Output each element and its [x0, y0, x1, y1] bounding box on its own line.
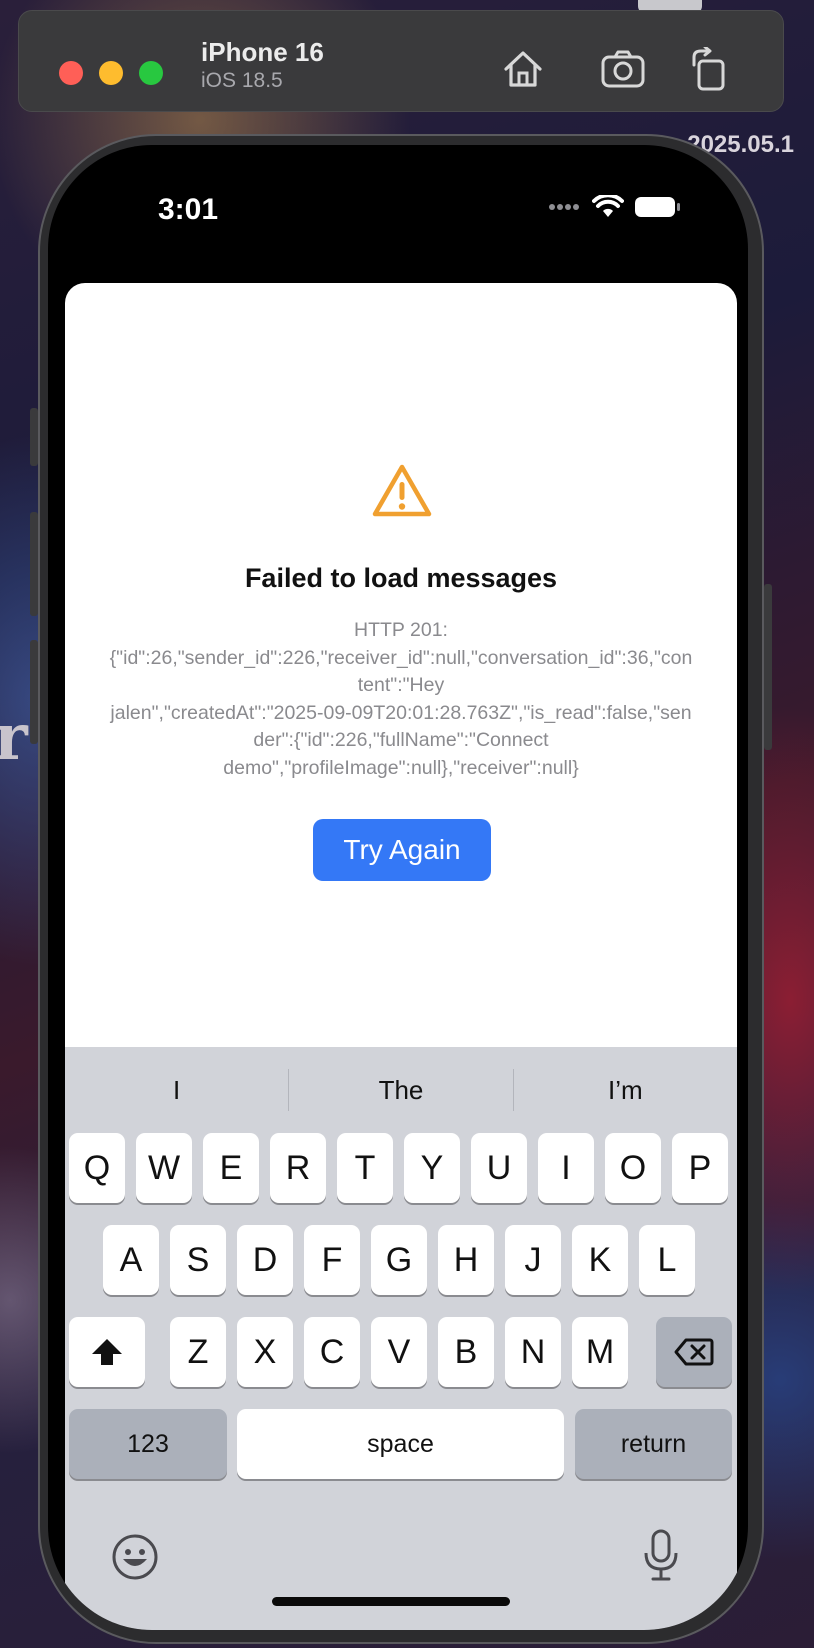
- suggestion-3[interactable]: I’m: [514, 1067, 737, 1113]
- key-z[interactable]: Z: [170, 1317, 226, 1387]
- emoji-icon: [112, 1534, 158, 1580]
- simulator-toolbar: iPhone 16 iOS 18.5: [18, 10, 784, 112]
- home-indicator: [272, 1597, 510, 1606]
- simulator-device-name: iPhone 16: [201, 37, 324, 67]
- warning-triangle-icon: [372, 464, 432, 517]
- home-button[interactable]: [497, 43, 549, 95]
- key-s[interactable]: S: [170, 1225, 226, 1295]
- key-n[interactable]: N: [505, 1317, 561, 1387]
- error-message: HTTP 201: {"id":26,"sender_id":226,"rece…: [109, 619, 693, 779]
- try-again-button[interactable]: Try Again: [313, 819, 491, 881]
- minimize-window-button[interactable]: [99, 61, 123, 85]
- key-l[interactable]: L: [639, 1225, 695, 1295]
- key-v[interactable]: V: [371, 1317, 427, 1387]
- key-w[interactable]: W: [136, 1133, 192, 1203]
- key-t[interactable]: T: [337, 1133, 393, 1203]
- key-u[interactable]: U: [471, 1133, 527, 1203]
- error-title: Failed to load messages: [244, 563, 558, 593]
- key-y[interactable]: Y: [404, 1133, 460, 1203]
- numbers-key[interactable]: 123: [69, 1409, 227, 1479]
- dictation-button[interactable]: [643, 1529, 679, 1586]
- key-b[interactable]: B: [438, 1317, 494, 1387]
- key-k[interactable]: K: [572, 1225, 628, 1295]
- volume-up-button: [30, 512, 38, 616]
- rotate-button[interactable]: [683, 43, 735, 95]
- shift-key[interactable]: [69, 1317, 145, 1387]
- simulator-os-version: iOS 18.5: [201, 69, 283, 92]
- key-g[interactable]: G: [371, 1225, 427, 1295]
- key-q[interactable]: Q: [69, 1133, 125, 1203]
- battery-icon: [635, 197, 680, 217]
- action-button: [30, 408, 38, 466]
- side-button: [764, 584, 772, 750]
- delete-key[interactable]: [656, 1317, 732, 1387]
- desktop-partial-letter: r: [0, 700, 28, 775]
- space-key[interactable]: space: [237, 1409, 564, 1479]
- key-h[interactable]: H: [438, 1225, 494, 1295]
- volume-down-button: [30, 640, 38, 744]
- suggestion-1[interactable]: I: [65, 1067, 288, 1113]
- key-c[interactable]: C: [304, 1317, 360, 1387]
- status-icons: [548, 195, 682, 219]
- key-j[interactable]: J: [505, 1225, 561, 1295]
- microphone-icon: [644, 1529, 678, 1581]
- key-a[interactable]: A: [103, 1225, 159, 1295]
- backspace-icon: [674, 1338, 714, 1366]
- camera-icon: [601, 50, 645, 88]
- return-key[interactable]: return: [575, 1409, 732, 1479]
- screenshot-button[interactable]: [597, 43, 649, 95]
- iphone-screen: 3:01 Failed to load messages HTTP 201: {…: [48, 145, 748, 1630]
- key-f[interactable]: F: [304, 1225, 360, 1295]
- suggestion-bar: I The I’m: [65, 1067, 737, 1113]
- home-icon: [504, 51, 542, 87]
- close-window-button[interactable]: [59, 61, 83, 85]
- zoom-window-button[interactable]: [139, 61, 163, 85]
- wifi-icon: [592, 195, 624, 217]
- suggestion-2[interactable]: The: [289, 1067, 512, 1113]
- rotate-icon: [692, 47, 725, 91]
- status-time: 3:01: [158, 193, 219, 226]
- shift-icon: [92, 1339, 122, 1365]
- key-r[interactable]: R: [270, 1133, 326, 1203]
- key-o[interactable]: O: [605, 1133, 661, 1203]
- key-p[interactable]: P: [672, 1133, 728, 1203]
- keyboard: I The I’m Q W E R T Y U I O P A S D F G …: [65, 1047, 737, 1630]
- emoji-button[interactable]: [111, 1533, 159, 1586]
- key-i[interactable]: I: [538, 1133, 594, 1203]
- key-m[interactable]: M: [572, 1317, 628, 1387]
- key-x[interactable]: X: [237, 1317, 293, 1387]
- signal-dots-icon: [549, 204, 579, 210]
- key-d[interactable]: D: [237, 1225, 293, 1295]
- key-e[interactable]: E: [203, 1133, 259, 1203]
